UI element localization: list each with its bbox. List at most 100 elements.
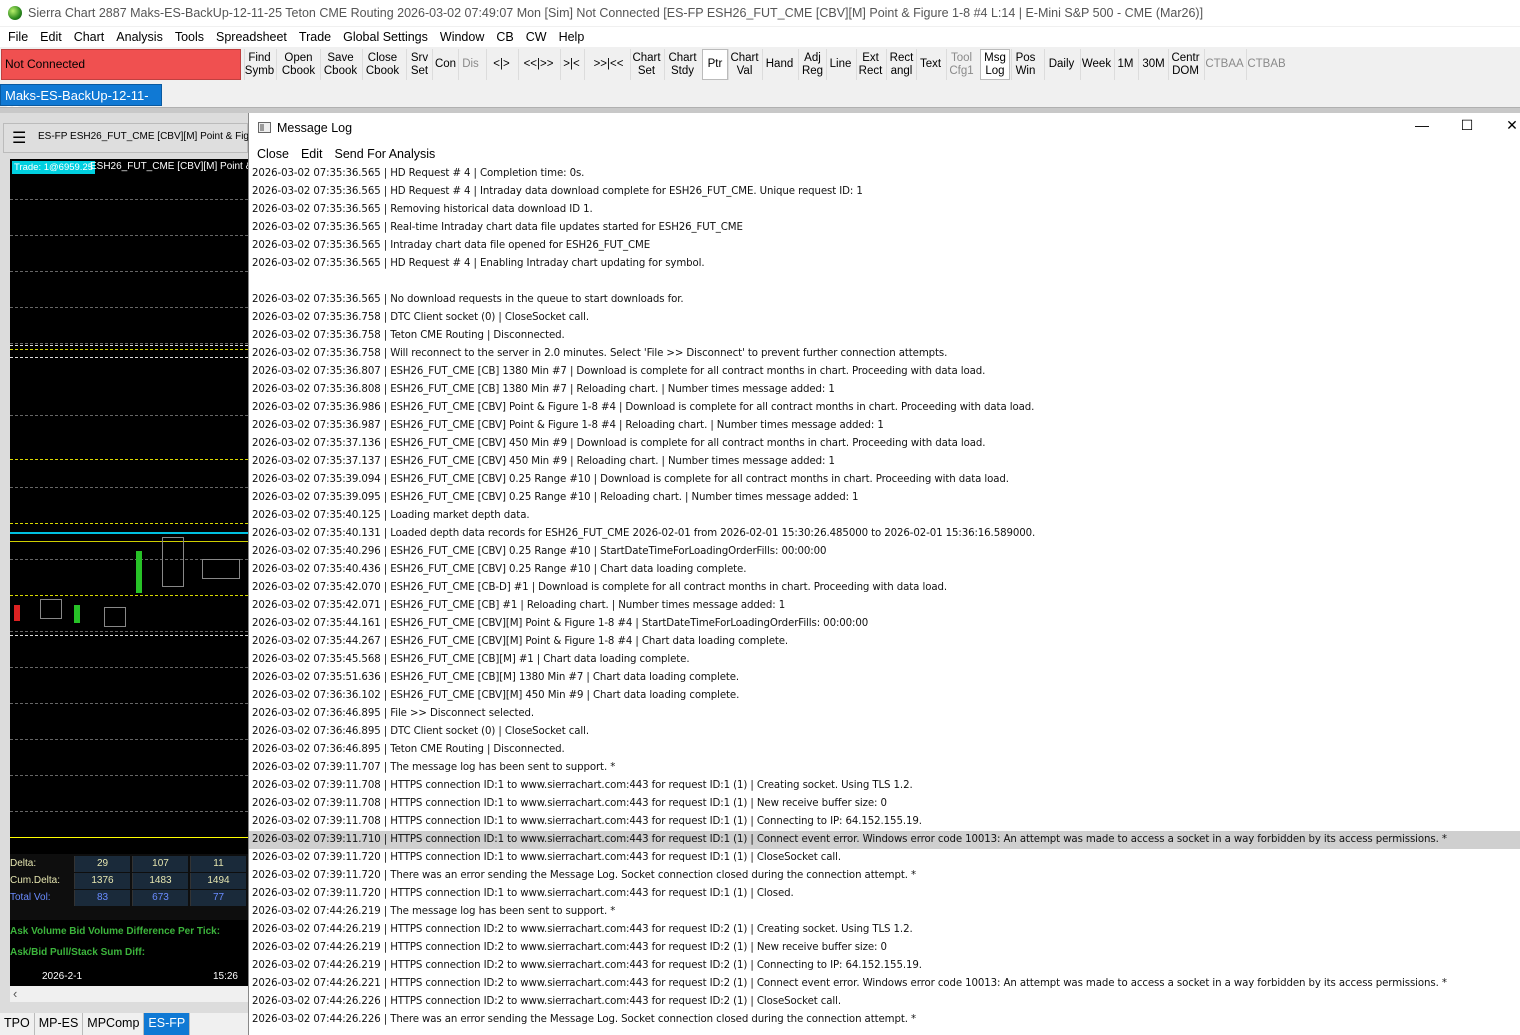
log-line[interactable]: 2026-03-02 07:35:36.565 | HD Request # 4… — [249, 255, 1520, 273]
toolbar-button-ctbab[interactable]: CTBAB — [1246, 49, 1286, 80]
log-line[interactable]: 2026-03-02 07:36:46.895 | DTC Client soc… — [249, 723, 1520, 741]
chart-tab-tpo[interactable]: TPO — [0, 1013, 35, 1035]
log-line[interactable]: 2026-03-02 07:35:42.071 | ESH26_FUT_CME … — [249, 597, 1520, 615]
log-line[interactable]: 2026-03-02 07:35:42.070 | ESH26_FUT_CME … — [249, 579, 1520, 597]
horizontal-scrollbar[interactable]: ‹ — [10, 986, 248, 1002]
log-line[interactable]: 2026-03-02 07:35:36.986 | ESH26_FUT_CME … — [249, 399, 1520, 417]
toolbar-button-line[interactable]: Line — [826, 49, 854, 80]
toolbar-button-ext-rect[interactable]: Ext Rect — [856, 49, 884, 80]
log-line[interactable] — [249, 273, 1520, 291]
log-line[interactable]: 2026-03-02 07:39:11.708 | HTTPS connecti… — [249, 777, 1520, 795]
toolbar-button-chart-val[interactable]: Chart Val — [728, 49, 760, 80]
message-log-list[interactable]: 2026-03-02 07:35:36.565 | HD Request # 4… — [249, 165, 1520, 1035]
toolbar-button-open-cbook[interactable]: Open Cbook — [276, 49, 320, 80]
toolbar-button-week[interactable]: Week — [1080, 49, 1112, 80]
log-line[interactable]: 2026-03-02 07:39:11.720 | There was an e… — [249, 867, 1520, 885]
toolbar-button-hand[interactable]: Hand — [762, 49, 796, 80]
log-line[interactable]: 2026-03-02 07:35:37.136 | ESH26_FUT_CME … — [249, 435, 1520, 453]
log-line[interactable]: 2026-03-02 07:36:36.102 | ESH26_FUT_CME … — [249, 687, 1520, 705]
log-line[interactable]: 2026-03-02 07:44:26.226 | There was an e… — [249, 1011, 1520, 1029]
log-line[interactable]: 2026-03-02 07:35:36.807 | ESH26_FUT_CME … — [249, 363, 1520, 381]
log-line[interactable]: 2026-03-02 07:35:37.137 | ESH26_FUT_CME … — [249, 453, 1520, 471]
log-line[interactable]: 2026-03-02 07:44:26.226 | HTTPS connecti… — [249, 993, 1520, 1011]
menu-cw[interactable]: CW — [520, 30, 553, 44]
menu-icon[interactable]: ☰ — [12, 131, 26, 147]
maximize-button[interactable]: ☐ — [1452, 117, 1482, 139]
log-line[interactable]: 2026-03-02 07:35:40.131 | Loaded depth d… — [249, 525, 1520, 543]
log-line[interactable]: 2026-03-02 07:35:45.568 | ESH26_FUT_CME … — [249, 651, 1520, 669]
chart-tab-mp-es[interactable]: MP-ES — [35, 1013, 84, 1035]
toolbar-button-pos-win[interactable]: Pos Win — [1011, 49, 1039, 80]
menu-chart[interactable]: Chart — [68, 30, 111, 44]
toolbar-button-[interactable]: <|> — [486, 49, 516, 80]
log-line[interactable]: 2026-03-02 07:35:36.565 | Removing histo… — [249, 201, 1520, 219]
toolbar-button-text[interactable]: Text — [916, 49, 944, 80]
log-line[interactable]: 2026-03-02 07:35:36.565 | Real-time Intr… — [249, 219, 1520, 237]
log-line[interactable]: 2026-03-02 07:35:36.565 | No download re… — [249, 291, 1520, 309]
scroll-left-icon[interactable]: ‹ — [13, 986, 17, 1001]
log-line[interactable]: 2026-03-02 07:36:46.895 | File >> Discon… — [249, 705, 1520, 723]
close-window-button[interactable]: ✕ — [1497, 117, 1520, 139]
toolbar-button-ctbaa[interactable]: CTBAA — [1204, 49, 1244, 80]
toolbar-button-[interactable]: <<|>> — [518, 49, 558, 80]
menu-window[interactable]: Window — [434, 30, 490, 44]
toolbar-button-find-symb[interactable]: Find Symb — [244, 49, 274, 80]
toolbar-button-[interactable]: >|< — [560, 49, 582, 80]
chart-plot-area[interactable]: Trade: 1@6959.25 ESH26_FUT_CME [CBV][M] … — [10, 159, 248, 854]
log-line[interactable]: 2026-03-02 07:35:36.565 | HD Request # 4… — [249, 165, 1520, 183]
menu-help[interactable]: Help — [553, 30, 591, 44]
log-menu-send-for-analysis[interactable]: Send For Analysis — [329, 147, 442, 161]
connection-status[interactable]: Not Connected — [1, 49, 241, 80]
log-menu-edit[interactable]: Edit — [295, 147, 329, 161]
chart-tab-es-fp[interactable]: ES-FP — [144, 1013, 191, 1035]
toolbar-button-chart-set[interactable]: Chart Set — [630, 49, 662, 80]
toolbar-button-ptr[interactable]: Ptr — [702, 49, 728, 80]
toolbar-button-chart-stdy[interactable]: Chart Stdy — [664, 49, 700, 80]
log-menu-close[interactable]: Close — [251, 147, 295, 161]
log-line[interactable]: 2026-03-02 07:39:11.707 | The message lo… — [249, 759, 1520, 777]
toolbar-button-[interactable]: >>|<< — [584, 49, 632, 80]
menu-analysis[interactable]: Analysis — [110, 30, 169, 44]
log-line[interactable]: 2026-03-02 07:44:26.219 | HTTPS connecti… — [249, 957, 1520, 975]
chartbook-tab[interactable]: Maks-ES-BackUp-12-11-25 — [0, 84, 162, 118]
message-log-titlebar[interactable]: Message Log — ☐ ✕ — [249, 113, 1520, 143]
log-line[interactable]: 2026-03-02 07:35:36.758 | Teton CME Rout… — [249, 327, 1520, 345]
log-line[interactable]: 2026-03-02 07:35:36.987 | ESH26_FUT_CME … — [249, 417, 1520, 435]
log-line[interactable]: 2026-03-02 07:35:36.565 | HD Request # 4… — [249, 183, 1520, 201]
log-line[interactable]: 2026-03-02 07:35:44.267 | ESH26_FUT_CME … — [249, 633, 1520, 651]
toolbar-button-1m[interactable]: 1M — [1114, 49, 1136, 80]
log-line[interactable]: 2026-03-02 07:39:11.720 | HTTPS connecti… — [249, 849, 1520, 867]
toolbar-button-close-cbook[interactable]: Close Cbook — [362, 49, 402, 80]
log-line[interactable]: 2026-03-02 07:44:26.219 | The message lo… — [249, 903, 1520, 921]
log-line[interactable]: 2026-03-02 07:44:26.219 | HTTPS connecti… — [249, 921, 1520, 939]
minimize-button[interactable]: — — [1407, 117, 1437, 139]
log-line[interactable]: 2026-03-02 07:35:40.125 | Loading market… — [249, 507, 1520, 525]
log-line[interactable]: 2026-03-02 07:35:40.296 | ESH26_FUT_CME … — [249, 543, 1520, 561]
toolbar-button-tool-cfg1[interactable]: Tool Cfg1 — [946, 49, 976, 80]
menu-trade[interactable]: Trade — [293, 30, 337, 44]
log-line[interactable]: 2026-03-02 07:35:51.636 | ESH26_FUT_CME … — [249, 669, 1520, 687]
menu-tools[interactable]: Tools — [169, 30, 210, 44]
log-line[interactable]: 2026-03-02 07:44:26.221 | HTTPS connecti… — [249, 975, 1520, 993]
log-line[interactable]: 2026-03-02 07:39:11.720 | HTTPS connecti… — [249, 885, 1520, 903]
log-line[interactable]: 2026-03-02 07:39:11.708 | HTTPS connecti… — [249, 795, 1520, 813]
log-line[interactable]: 2026-03-02 07:35:39.094 | ESH26_FUT_CME … — [249, 471, 1520, 489]
menu-spreadsheet[interactable]: Spreadsheet — [210, 30, 293, 44]
toolbar-button-rect-angl[interactable]: Rect angl — [886, 49, 916, 80]
toolbar-button-con[interactable]: Con — [432, 49, 458, 80]
toolbar-button-adj-reg[interactable]: Adj Reg — [798, 49, 826, 80]
log-line[interactable]: 2026-03-02 07:35:39.095 | ESH26_FUT_CME … — [249, 489, 1520, 507]
log-line[interactable]: 2026-03-02 07:39:11.710 | HTTPS connecti… — [249, 831, 1520, 849]
toolbar-button-centr-dom[interactable]: Centr DOM — [1168, 49, 1202, 80]
menu-cb[interactable]: CB — [490, 30, 519, 44]
toolbar-button-msg-log[interactable]: Msg Log — [980, 49, 1010, 80]
toolbar-button-srv-set[interactable]: Srv Set — [406, 49, 432, 80]
toolbar-button-save-cbook[interactable]: Save Cbook — [320, 49, 360, 80]
log-line[interactable]: 2026-03-02 07:35:36.758 | DTC Client soc… — [249, 309, 1520, 327]
log-line[interactable]: 2026-03-02 07:39:11.708 | HTTPS connecti… — [249, 813, 1520, 831]
toolbar-button-dis[interactable]: Dis — [458, 49, 482, 80]
log-line[interactable]: 2026-03-02 07:35:36.565 | Intraday chart… — [249, 237, 1520, 255]
log-line[interactable]: 2026-03-02 07:35:44.161 | ESH26_FUT_CME … — [249, 615, 1520, 633]
menu-global-settings[interactable]: Global Settings — [337, 30, 434, 44]
log-line[interactable]: 2026-03-02 07:35:40.436 | ESH26_FUT_CME … — [249, 561, 1520, 579]
